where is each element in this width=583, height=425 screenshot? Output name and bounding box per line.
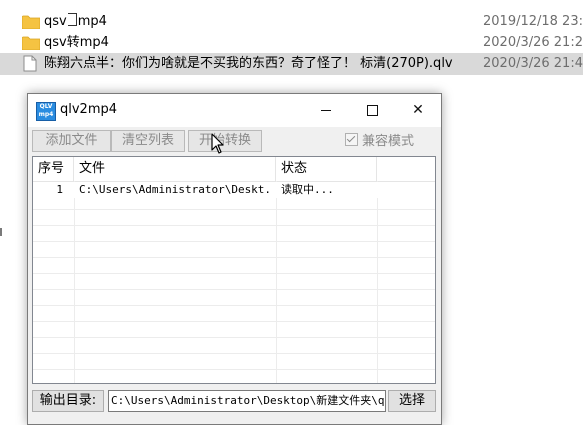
- list-item[interactable]: 1 C:\Users\Administrator\Deskt... 读取中...: [33, 182, 435, 198]
- column-divider: [276, 181, 277, 383]
- window-title: qlv2mp4: [60, 102, 118, 117]
- file-name: qsv转mp4: [44, 35, 109, 50]
- row-status: 读取中...: [281, 183, 334, 196]
- column-header-status[interactable]: 状态: [276, 157, 377, 181]
- checkbox-icon: [345, 133, 358, 146]
- add-file-button[interactable]: 添加文件: [32, 130, 111, 152]
- close-button[interactable]: ✕: [395, 94, 441, 127]
- column-divider: [74, 181, 75, 383]
- column-header-file[interactable]: 文件: [74, 157, 276, 181]
- folder-icon: [22, 36, 40, 50]
- list-header: 序号 文件 状态: [33, 157, 435, 182]
- compat-mode-label: 兼容模式: [362, 134, 415, 149]
- compat-mode-checkbox[interactable]: 兼容模式: [345, 133, 414, 150]
- row-index: 1: [56, 183, 63, 196]
- file-row[interactable]: qsv转mp4 2020/3/26 21:28: [0, 32, 583, 54]
- maximize-icon: [366, 104, 378, 116]
- window-edge-marker: [0, 228, 7, 236]
- minimize-button[interactable]: [303, 94, 349, 127]
- file-name: 陈翔六点半：你们为啥就是不买我的东西？奇了怪了！ 标清(270P).qlv: [44, 56, 453, 71]
- title-bar[interactable]: QLV mp4 qlv2mp4 ✕: [28, 94, 441, 127]
- app-window: QLV mp4 qlv2mp4 ✕ 添加文件 清空列表 开始转换 兼容模式 序号…: [27, 93, 442, 425]
- mouse-cursor-icon: [211, 133, 224, 154]
- file-name: qsv mp4: [44, 13, 107, 29]
- file-row[interactable]: qsvmp4 2019/12/18 23:18: [0, 11, 583, 33]
- app-icon: QLV mp4: [36, 102, 56, 121]
- column-divider: [377, 181, 378, 383]
- file-icon: [23, 55, 37, 72]
- minimize-icon: [321, 109, 331, 111]
- file-date: 2020/3/26 21:28: [483, 35, 583, 50]
- maximize-button[interactable]: [349, 94, 395, 127]
- file-date: 2019/12/18 23:18: [483, 14, 583, 29]
- start-convert-button[interactable]: 开始转换: [188, 130, 262, 152]
- close-icon: ✕: [412, 102, 424, 118]
- row-file: C:\Users\Administrator\Deskt...: [79, 183, 269, 196]
- column-header-index[interactable]: 序号: [33, 157, 74, 181]
- folder-icon: [22, 15, 40, 29]
- file-row-selected[interactable]: 陈翔六点半：你们为啥就是不买我的东西？奇了怪了！ 标清(270P).qlv 20…: [0, 53, 583, 75]
- file-date: 2020/3/26 21:41: [483, 56, 583, 71]
- file-list[interactable]: 序号 文件 状态 1 C:\Users\Administrator\Deskt.…: [32, 156, 436, 384]
- clear-list-button[interactable]: 清空列表: [111, 130, 185, 152]
